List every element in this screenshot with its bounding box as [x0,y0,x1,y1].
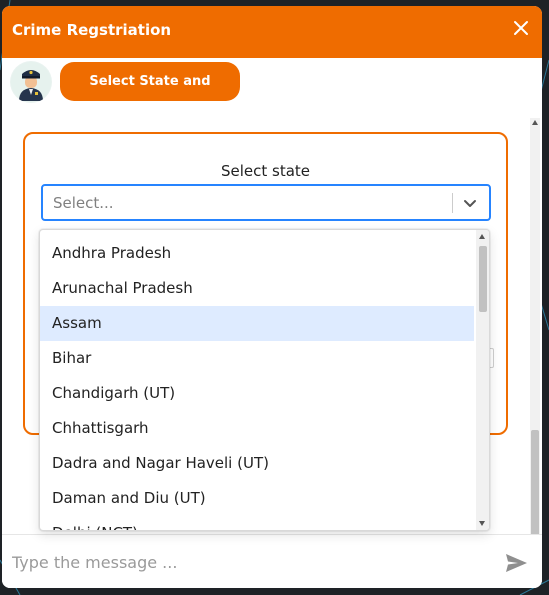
state-dropdown-menu[interactable]: Andhra Pradesh Arunachal Pradesh Assam Biha… [39,229,490,531]
state-option[interactable]: Andhra Pradesh [40,236,474,271]
select-separator [452,193,453,213]
chat-footer [2,534,542,588]
state-option[interactable]: Dadra and Nagar Haveli (UT) [40,446,474,481]
state-option[interactable]: Delhi (NCT) [40,516,474,530]
send-icon[interactable] [504,552,528,574]
chat-scrollbar[interactable] [530,118,540,534]
state-option[interactable]: Arunachal Pradesh [40,271,474,306]
chat-scroll-thumb[interactable] [531,430,539,534]
scroll-up-arrow-icon[interactable] [479,234,485,239]
state-option[interactable]: Daman and Diu (UT) [40,481,474,516]
close-icon[interactable] [512,19,530,37]
chat-title: Crime Regstriation [12,21,172,39]
message-input[interactable] [4,541,494,583]
select-state-label: Select state [220,162,311,180]
state-option[interactable]: Chhattisgarh [40,411,474,446]
state-option[interactable]: Assam [40,306,474,341]
chevron-down-icon[interactable] [461,194,479,212]
state-select[interactable]: Select... [41,184,491,221]
state-option[interactable]: Bihar [40,341,474,376]
dropdown-scroll-thumb[interactable] [479,246,487,312]
state-select-placeholder: Select... [53,194,114,212]
chat-widget: Crime Regstriation Select State and Dist… [2,6,542,588]
bot-message-bubble: Select State and District: [60,62,240,128]
dropdown-scrollbar[interactable] [476,230,489,530]
state-option-list: Andhra Pradesh Arunachal Pradesh Assam Biha… [40,236,474,530]
scroll-down-arrow-icon[interactable] [479,521,485,526]
chat-header: Crime Regstriation [2,6,542,58]
police-officer-avatar [10,61,52,103]
scroll-up-arrow-icon[interactable] [532,120,538,125]
state-option[interactable]: Chandigarh (UT) [40,376,474,411]
